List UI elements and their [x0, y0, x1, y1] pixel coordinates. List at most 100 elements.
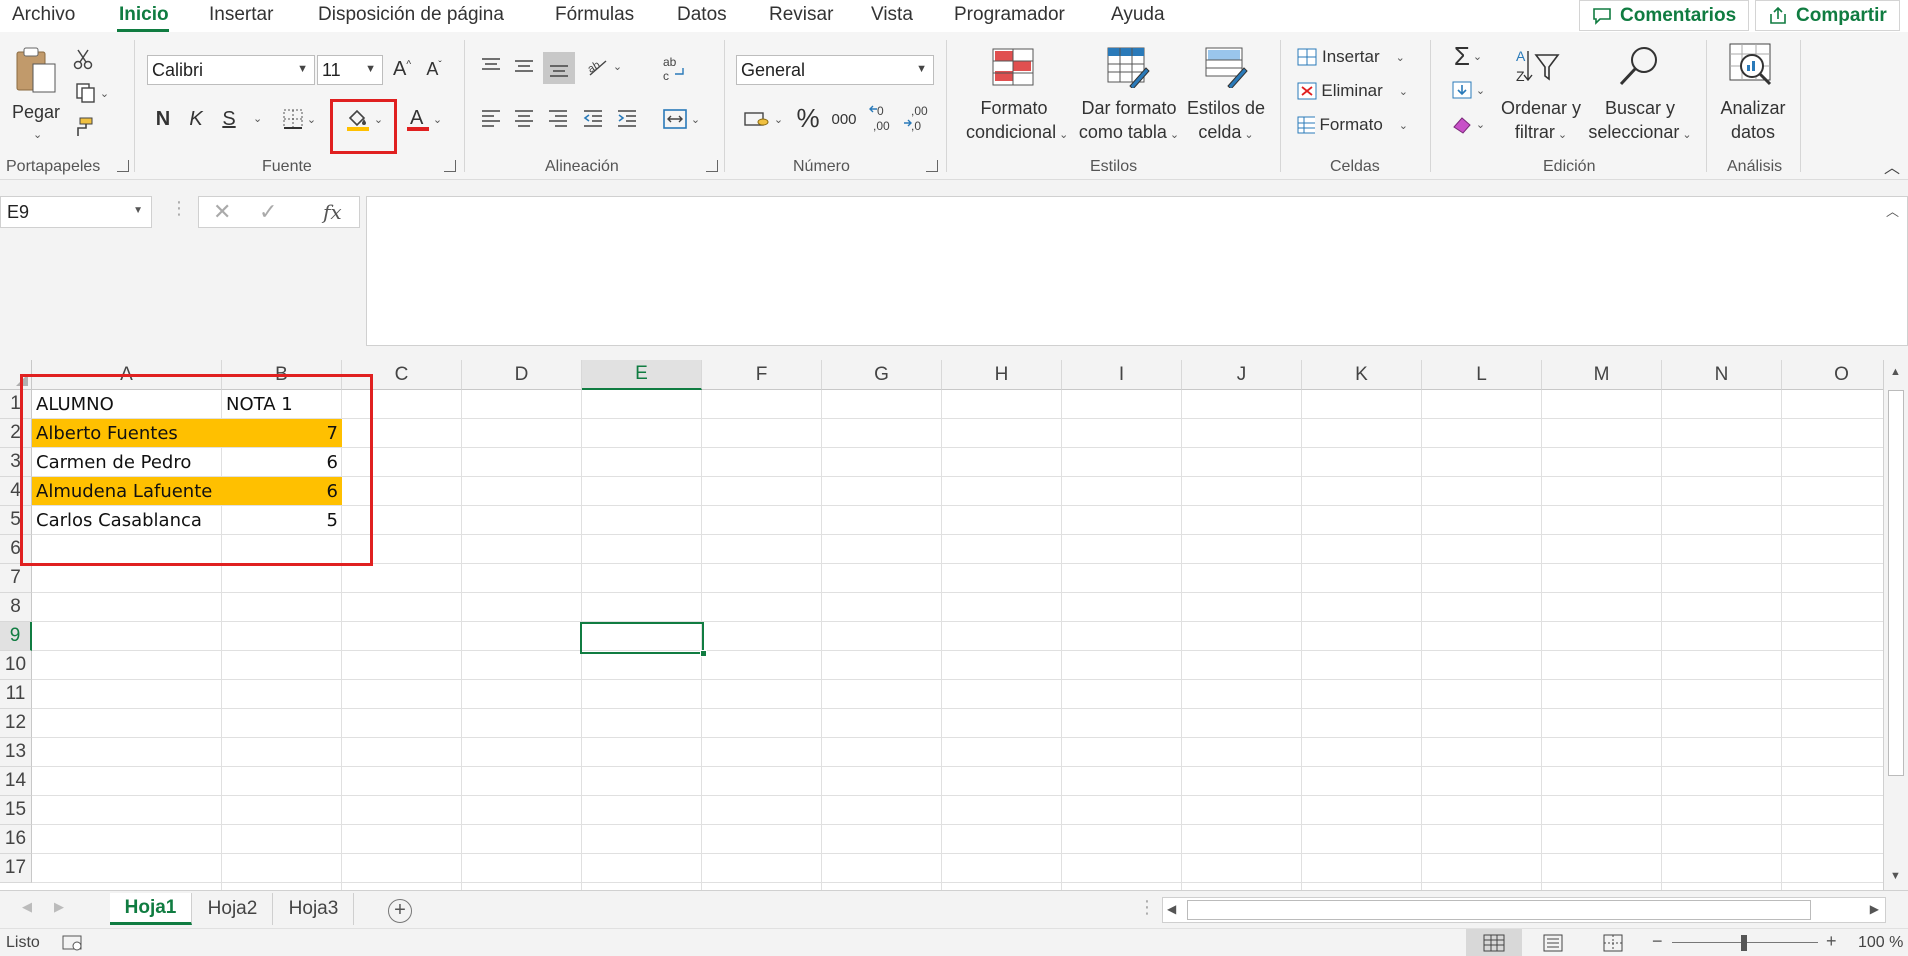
cell-styles-button[interactable]	[1203, 44, 1249, 90]
zoom-out-icon[interactable]: −	[1652, 931, 1663, 952]
horizontal-scrollbar[interactable]: ◀ ▶	[1162, 897, 1886, 923]
tab-archivo[interactable]: Archivo	[12, 4, 75, 26]
prev-sheet-icon[interactable]: ◀	[22, 899, 32, 915]
increase-indent-button[interactable]	[614, 104, 640, 132]
tab-programador[interactable]: Programador	[954, 4, 1065, 26]
enter-icon[interactable]: ✓	[259, 199, 277, 225]
align-bottom-button[interactable]	[543, 52, 575, 84]
thousands-button[interactable]: 000	[828, 104, 860, 134]
font-color-button[interactable]: A ⌄	[402, 104, 446, 134]
align-left-button[interactable]	[478, 104, 504, 132]
row-header-9[interactable]: 9	[0, 622, 32, 651]
merge-center-button[interactable]: ⌄	[657, 104, 705, 134]
column-header-k[interactable]: K	[1302, 360, 1422, 390]
underline-button[interactable]: S	[216, 104, 242, 134]
row-header-15[interactable]: 15	[0, 796, 32, 825]
next-sheet-icon[interactable]: ▶	[54, 899, 64, 915]
tabs-splitter-icon[interactable]: ⋮	[1138, 897, 1156, 918]
row-header-10[interactable]: 10	[0, 651, 32, 680]
zoom-slider-thumb[interactable]	[1741, 935, 1747, 951]
active-cell-e9[interactable]	[580, 622, 707, 657]
find-select-button[interactable]	[1616, 44, 1662, 90]
expand-formula-bar-icon[interactable]: ︿	[1886, 201, 1899, 220]
comments-button[interactable]: Comentarios	[1579, 0, 1750, 31]
tab-inicio[interactable]: Inicio	[119, 4, 169, 26]
percent-button[interactable]: %	[794, 102, 822, 134]
collapse-ribbon-icon[interactable]: ︿	[1884, 154, 1900, 178]
align-middle-button[interactable]	[511, 52, 537, 80]
format-as-table-label[interactable]: Dar formato como tabla ⌄	[1074, 96, 1184, 147]
column-header-l[interactable]: L	[1422, 360, 1542, 390]
sort-filter-label[interactable]: Ordenar y filtrar ⌄	[1496, 96, 1586, 147]
insert-function-icon[interactable]: fx	[323, 200, 342, 224]
worksheet-grid[interactable]: ABCDEFGHIJKLMNO 1 2 3 4 5 6 7 8 9 10 11 12 13 14 15 16 1…	[0, 360, 1908, 890]
paste-chevron-icon[interactable]: ⌄	[33, 128, 42, 141]
clear-button[interactable]: ⌄	[1444, 110, 1492, 138]
name-box[interactable]: E9 ▼	[0, 196, 152, 228]
row-header-13[interactable]: 13	[0, 738, 32, 767]
analyze-data-button[interactable]	[1728, 42, 1778, 92]
bold-button[interactable]: N	[150, 104, 176, 134]
font-launcher-icon[interactable]	[444, 160, 456, 172]
clipboard-launcher-icon[interactable]	[117, 160, 129, 172]
sheet-tab-hoja3[interactable]: Hoja3	[274, 893, 354, 925]
alignment-launcher-icon[interactable]	[706, 160, 718, 172]
tab-insertar[interactable]: Insertar	[209, 4, 273, 26]
paste-button[interactable]	[12, 44, 60, 96]
align-center-button[interactable]	[511, 104, 537, 132]
tab-vista[interactable]: Vista	[871, 4, 913, 26]
tab-disposicion-pagina[interactable]: Disposición de página	[318, 4, 504, 26]
format-painter-button[interactable]	[70, 114, 96, 140]
borders-button[interactable]: ⌄	[277, 104, 321, 134]
format-cells-button[interactable]: Formato ⌄	[1296, 112, 1408, 138]
row-header-8[interactable]: 8	[0, 593, 32, 622]
tab-formulas[interactable]: Fórmulas	[555, 4, 634, 26]
share-button[interactable]: Compartir	[1755, 0, 1900, 31]
page-break-view-icon[interactable]	[1602, 934, 1624, 952]
page-layout-view-icon[interactable]	[1542, 934, 1564, 952]
orientation-button[interactable]: ab ⌄	[582, 52, 626, 80]
column-header-j[interactable]: J	[1182, 360, 1302, 390]
row-header-7[interactable]: 7	[0, 564, 32, 593]
increase-decimal-button[interactable]: 0,00	[868, 100, 898, 136]
sheet-tab-hoja1[interactable]: Hoja1	[110, 893, 192, 925]
scroll-right-icon[interactable]: ▶	[1870, 902, 1879, 916]
scroll-down-icon[interactable]: ▼	[1890, 870, 1901, 882]
decrease-indent-button[interactable]	[580, 104, 606, 132]
row-header-16[interactable]: 16	[0, 825, 32, 854]
cancel-icon[interactable]: ✕	[213, 199, 231, 225]
tab-ayuda[interactable]: Ayuda	[1111, 4, 1165, 26]
vertical-scroll-thumb[interactable]	[1888, 390, 1904, 776]
column-header-e[interactable]: E	[582, 360, 702, 390]
align-top-button[interactable]	[478, 52, 504, 80]
cell-styles-label[interactable]: Estilos de celda ⌄	[1186, 96, 1266, 147]
autosum-button[interactable]: Σ ⌄	[1444, 41, 1492, 71]
conditional-format-label[interactable]: Formato condicional ⌄	[966, 96, 1068, 147]
find-select-label[interactable]: Buscar y seleccionar ⌄	[1586, 96, 1694, 147]
fill-button[interactable]: ⌄	[1444, 76, 1492, 104]
column-header-d[interactable]: D	[462, 360, 582, 390]
column-header-f[interactable]: F	[702, 360, 822, 390]
format-as-table-button[interactable]	[1105, 44, 1151, 90]
formula-input[interactable]: ︿	[366, 196, 1908, 346]
row-header-11[interactable]: 11	[0, 680, 32, 709]
cut-button[interactable]	[70, 46, 96, 72]
tab-revisar[interactable]: Revisar	[769, 4, 833, 26]
column-header-n[interactable]: N	[1662, 360, 1782, 390]
column-header-i[interactable]: I	[1062, 360, 1182, 390]
vertical-scrollbar[interactable]: ▲ ▼	[1883, 360, 1908, 890]
sheet-tab-hoja2[interactable]: Hoja2	[193, 893, 273, 925]
fill-handle[interactable]	[700, 650, 707, 657]
tab-datos[interactable]: Datos	[677, 4, 727, 26]
scroll-up-icon[interactable]: ▲	[1890, 366, 1901, 378]
number-launcher-icon[interactable]	[926, 160, 938, 172]
delete-cells-button[interactable]: Eliminar ⌄	[1296, 78, 1408, 104]
italic-button[interactable]: K	[183, 104, 209, 134]
add-sheet-icon[interactable]: +	[388, 899, 412, 923]
increase-font-button[interactable]: A^	[389, 54, 415, 84]
decrease-font-button[interactable]: Aˇ	[421, 54, 447, 84]
row-header-12[interactable]: 12	[0, 709, 32, 738]
sort-filter-button[interactable]: AZ	[1514, 44, 1560, 90]
column-header-h[interactable]: H	[942, 360, 1062, 390]
accounting-format-button[interactable]: ⌄	[738, 104, 788, 134]
